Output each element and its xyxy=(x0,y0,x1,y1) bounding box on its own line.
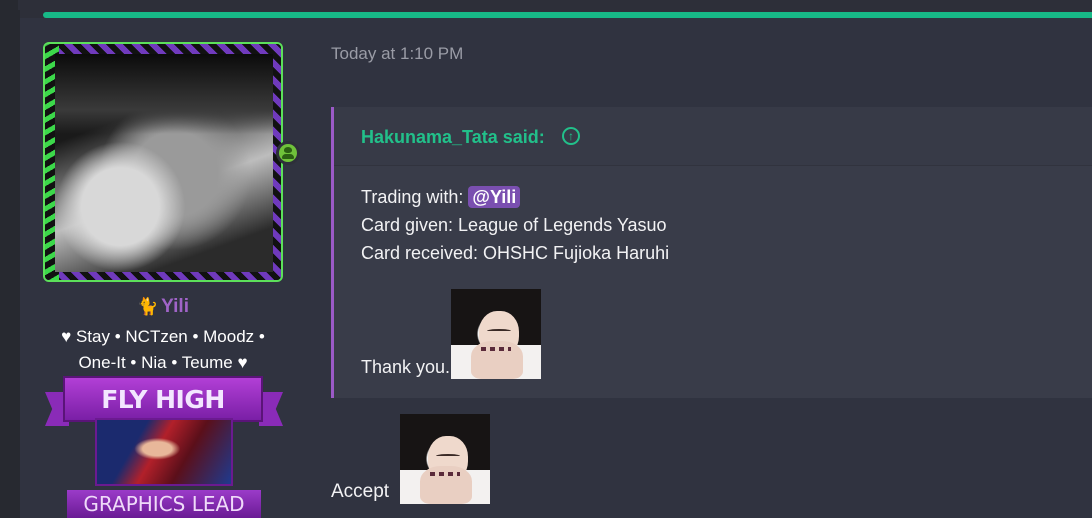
trading-with-line: Trading with: @Yili xyxy=(361,183,669,211)
reaction-image[interactable] xyxy=(451,289,541,379)
user-avatar[interactable] xyxy=(43,42,283,282)
reply-text: Accept xyxy=(331,481,390,502)
left-gutter xyxy=(0,0,20,518)
reply-reaction-image[interactable] xyxy=(400,414,490,504)
banner-title: FLY HIGH xyxy=(101,384,225,414)
cat-icon: 🐈 xyxy=(137,297,159,316)
card-given-line: Card given: League of Legends Yasuo xyxy=(361,215,667,235)
user-title-line-1: ♥ Stay • NCTzen • Moodz • xyxy=(61,327,265,346)
banner-subtitle: GRAPHICS LEAD xyxy=(83,492,245,516)
quote-block: Hakunama_Tata said: ↑ Trading with: @Yil… xyxy=(331,107,1092,398)
trading-with-label: Trading with: xyxy=(361,187,469,207)
user-title: ♥ Stay • NCTzen • Moodz • One-It • Nia •… xyxy=(43,324,283,376)
banner-photo xyxy=(95,418,233,486)
online-user-icon xyxy=(276,141,300,165)
post-highlight-bar xyxy=(43,12,1092,18)
quote-body: Trading with: @Yili Card given: League o… xyxy=(361,183,669,267)
avatar-photo-hair xyxy=(55,54,273,134)
post-timestamp[interactable]: Today at 1:10 PM xyxy=(331,44,463,64)
gutter-notch xyxy=(18,0,24,10)
card-received-line: Card received: OHSHC Fujioka Haruhi xyxy=(361,243,670,263)
user-title-line-2: One-It • Nia • Teume ♥ xyxy=(78,353,248,372)
user-mention[interactable]: @Yili xyxy=(468,186,521,208)
quote-author[interactable]: Hakunama_Tata said: xyxy=(361,127,545,148)
thanks-text: Thank you. xyxy=(361,357,451,377)
username[interactable]: 🐈 Yili xyxy=(43,296,283,318)
quote-header: Hakunama_Tata said: ↑ xyxy=(334,107,1092,166)
user-banner: FLY HIGH GRAPHICS LEAD xyxy=(45,376,283,518)
banner-lead: GRAPHICS LEAD xyxy=(67,490,261,518)
username-label[interactable]: Yili xyxy=(161,296,189,317)
arrow-up-circle-icon[interactable]: ↑ xyxy=(562,127,580,145)
banner-ribbon: FLY HIGH xyxy=(63,376,263,422)
